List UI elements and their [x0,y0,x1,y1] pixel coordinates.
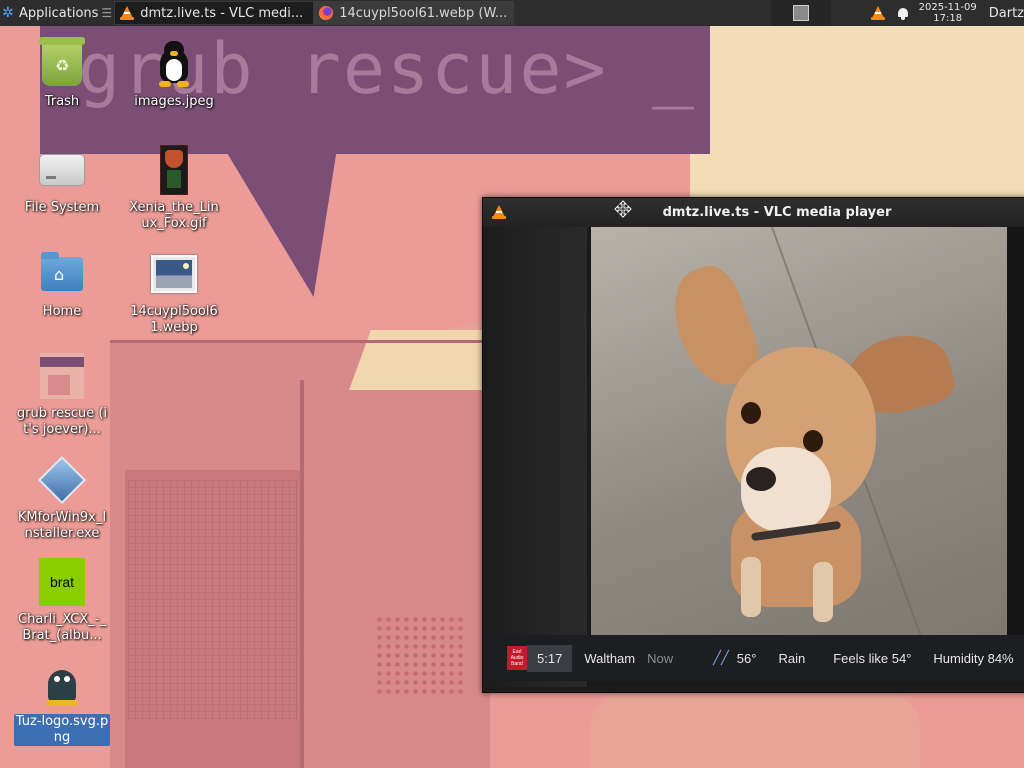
system-tray [870,6,909,20]
hard-drive-icon [39,154,85,186]
taskbar-item-label: 14cuypl5ool61.webp (W... [339,5,508,21]
desktop-icon-home[interactable]: ⌂ Home [14,250,110,320]
ticker-now: Now [647,650,674,666]
desktop-icon-xenia-gif[interactable]: Xenia_the_Linux_Fox.gif [126,145,222,232]
desktop-icon-file-system[interactable]: File System [14,146,110,216]
applications-label: Applications [19,5,99,21]
desktop-icon-grub-rescue[interactable]: grub rescue (it's joever)... [14,352,110,438]
taskbar-item-vlc[interactable]: dmtz.live.ts - VLC medi... [114,1,315,25]
workspace-switcher[interactable] [770,0,831,26]
desktop-icon-label: Xenia_the_Linux_Fox.gif [129,200,219,231]
clock-date: 2025-11-09 [918,2,977,13]
desktop-icon-trash[interactable]: ♻ Trash [14,37,110,110]
desktop-icon-images-jpeg[interactable]: images.jpeg [126,40,222,110]
desktop-icon-label: File System [24,200,100,215]
desktop-icon-label: images.jpeg [134,94,214,109]
fox-image-icon [160,145,188,195]
desktop-icon-tuz-logo[interactable]: Tuz-logo.svg.png [14,660,110,746]
desktop-icon-label: grub rescue (it's joever)... [16,406,108,437]
ticker-humidity: Humidity 84% [933,650,1014,666]
top-panel: ✲ Applications ☰ dmtz.live.ts - VLC medi… [0,0,1024,26]
notification-bell-icon[interactable] [897,7,909,20]
vlc-video-area[interactable]: Earl Audio Band 5:17 Waltham Now ╱╱ 56° … [487,227,1024,687]
desktop-icon-label: 14cuypl5ool61.webp [130,304,218,335]
ticker-feels-like: Feels like 54° [833,650,912,666]
station-logo: Earl Audio Band [507,646,527,670]
taskbar-item-image-viewer[interactable]: 14cuypl5ool61.webp (W... [314,1,515,25]
video-frame-dog [591,227,1007,643]
desktop-icon-label: Charli_XCX_-_Brat_(albu... [18,612,106,643]
panel-clock[interactable]: 2025-11-09 17:18 [919,2,977,24]
installer-exe-icon [37,455,87,505]
user-menu[interactable]: Dartz [989,6,1024,21]
ticker-temperature: 56° [736,650,757,666]
desktop-icon-label: Trash [44,94,80,109]
vlc-icon [120,6,135,20]
home-folder-icon: ⌂ [41,252,83,291]
taskbar-item-label: dmtz.live.ts - VLC medi... [140,5,304,21]
trash-icon: ♻ [39,37,85,86]
desktop-icon-kmforwin9x[interactable]: KMforWin9x_Installer.exe [14,455,110,542]
desktop-icon-label: Home [42,304,82,319]
desktop-icon-brat-album[interactable]: brat Charli_XCX_-_Brat_(albu... [14,558,110,644]
weather-ticker: Earl Audio Band 5:17 Waltham Now ╱╱ 56° … [487,635,1024,681]
vlc-titlebar[interactable]: dmtz.live.ts - VLC media player [483,198,1024,227]
image-file-icon [151,255,197,293]
image-viewer-icon [319,6,334,20]
applications-menu-button[interactable]: ✲ Applications ☰ [0,0,114,26]
xfce-logo-icon: ✲ [2,5,14,21]
clock-time: 17:18 [933,13,963,24]
brat-album-cover-icon: brat [39,558,85,606]
ticker-city: Waltham [584,650,636,666]
desktop-icon-label: KMforWin9x_Installer.exe [17,510,107,541]
tuz-penguin-icon [42,662,82,706]
desktop-icon-label: Tuz-logo.svg.png [14,714,110,746]
workspace-square-icon [792,5,809,21]
rain-icon: ╱╱ [713,650,729,665]
vlc-tray-icon[interactable] [870,6,885,20]
desktop-icon-webp[interactable]: 14cuypl5ool61.webp [126,250,222,336]
image-thumbnail-icon [40,353,84,399]
menu-separator-icon: ☰ [101,6,113,20]
vlc-window-title: dmtz.live.ts - VLC media player [662,205,892,220]
ticker-condition: Rain [778,650,806,666]
vlc-window: dmtz.live.ts - VLC media player Earl Aud… [482,197,1024,693]
tux-penguin-icon [157,41,191,87]
ticker-time: 5:17 [527,644,573,672]
